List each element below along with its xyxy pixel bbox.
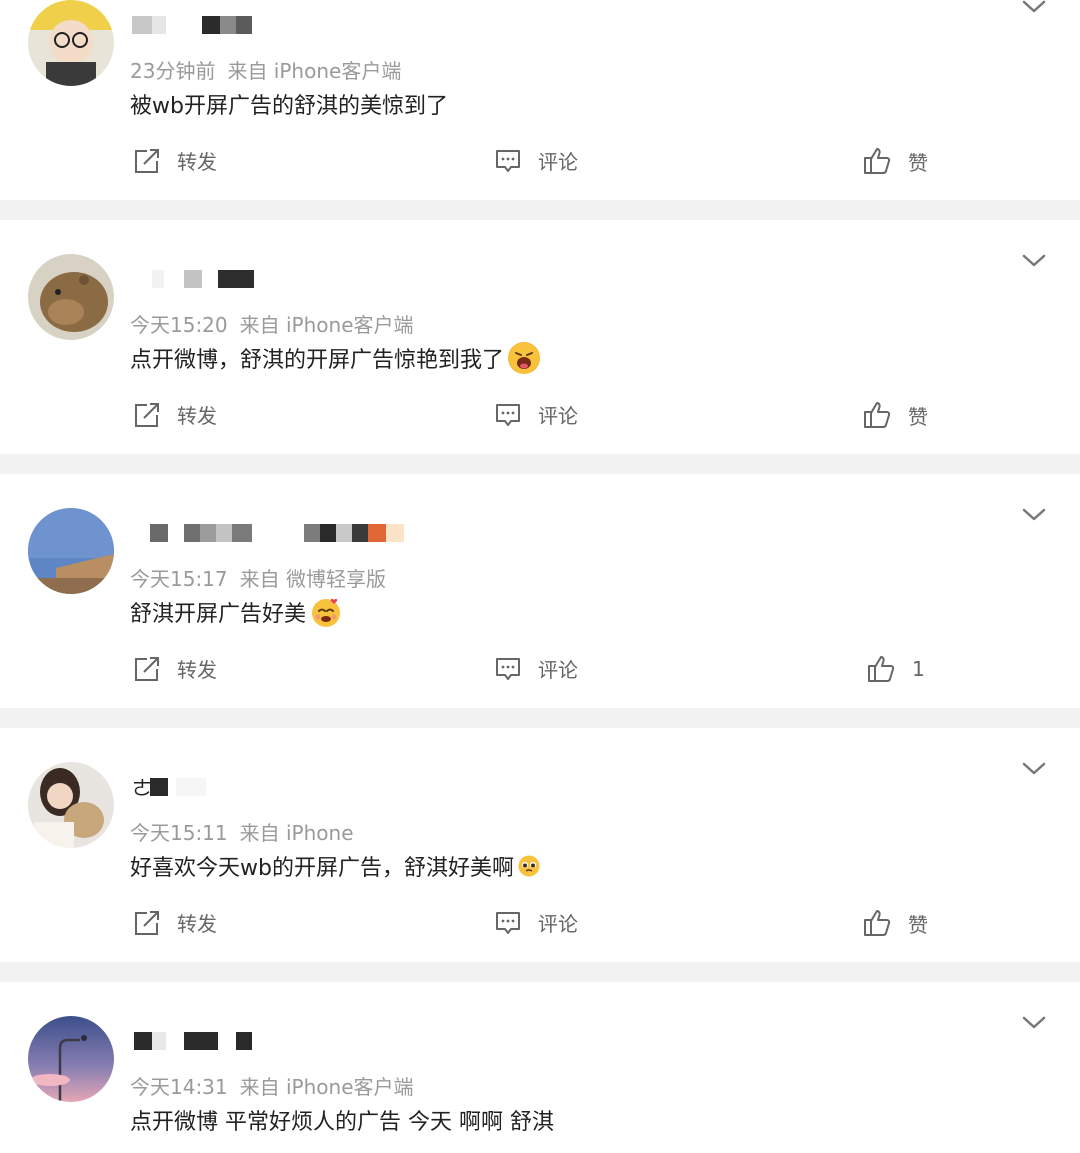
comment-icon bbox=[496, 911, 520, 934]
like-count: 1 bbox=[912, 657, 925, 681]
comment-label: 评论 bbox=[538, 150, 578, 174]
post-meta: 23分钟前 来自 iPhone客户端 bbox=[130, 55, 401, 84]
post-card: 23分钟前 来自 iPhone客户端 被wb开屏广告的舒淇的美惊到了 转发 评论 … bbox=[0, 0, 1080, 200]
post-content: 点开微博，舒淇的开屏广告惊艳到我了 bbox=[130, 342, 541, 374]
thumbs-up-icon bbox=[864, 402, 891, 428]
chevron-down-icon[interactable] bbox=[1022, 762, 1046, 776]
chevron-down-icon[interactable] bbox=[1022, 0, 1046, 14]
share-icon bbox=[135, 148, 159, 173]
avatar[interactable] bbox=[28, 254, 114, 340]
post-text: 点开微博 平常好烦人的广告 今天 啊啊 舒淇 bbox=[130, 1110, 554, 1135]
avatar[interactable] bbox=[28, 762, 114, 848]
forward-button[interactable]: 转发 bbox=[133, 146, 217, 175]
post-meta: 今天14:31 来自 iPhone客户端 bbox=[130, 1071, 414, 1100]
like-button[interactable]: 赞 bbox=[862, 146, 928, 176]
forward-label: 转发 bbox=[177, 912, 217, 936]
share-icon bbox=[135, 402, 159, 427]
post-content: 舒淇开屏广告好美 bbox=[130, 596, 342, 628]
post-meta: 今天15:17 来自 微博轻享版 bbox=[130, 563, 386, 592]
post-text: 被wb开屏广告的舒淇的美惊到了 bbox=[130, 94, 448, 119]
username-first-char: ㄜ bbox=[132, 776, 152, 800]
post-content: 好喜欢今天wb的开屏广告，舒淇好美啊 bbox=[130, 850, 540, 882]
post-time: 今天15:20 bbox=[130, 313, 228, 337]
comment-label: 评论 bbox=[538, 912, 578, 936]
comment-label: 评论 bbox=[538, 404, 578, 428]
comment-feed: 23分钟前 来自 iPhone客户端 被wb开屏广告的舒淇的美惊到了 转发 评论 … bbox=[0, 0, 1080, 1153]
action-bar: 转发 评论 赞 bbox=[0, 908, 1080, 948]
chevron-down-icon[interactable] bbox=[1022, 254, 1046, 268]
post-source: 来自 微博轻享版 bbox=[239, 567, 386, 591]
avatar[interactable] bbox=[28, 508, 114, 594]
comment-button[interactable]: 评论 bbox=[494, 400, 578, 429]
thumbs-up-icon bbox=[868, 656, 895, 682]
post-meta: 今天15:20 来自 iPhone客户端 bbox=[130, 309, 414, 338]
action-bar: 转发 评论 赞 bbox=[0, 400, 1080, 440]
heart-face-emoji bbox=[310, 596, 342, 628]
post-card: 今天15:17 来自 微博轻享版 舒淇开屏广告好美 转发 评论 1 bbox=[0, 474, 1080, 708]
comment-button[interactable]: 评论 bbox=[494, 908, 578, 937]
share-icon bbox=[135, 910, 159, 935]
action-bar: 转发 评论 赞 bbox=[0, 146, 1080, 186]
comment-icon bbox=[496, 657, 520, 680]
comment-button[interactable]: 评论 bbox=[494, 146, 578, 175]
screaming-face-emoji bbox=[508, 342, 541, 374]
forward-button[interactable]: 转发 bbox=[133, 400, 217, 429]
like-label: 赞 bbox=[908, 150, 928, 175]
comment-button[interactable]: 评论 bbox=[494, 654, 578, 683]
post-source: 来自 iPhone客户端 bbox=[239, 1075, 414, 1099]
avatar[interactable] bbox=[28, 1016, 114, 1102]
like-button[interactable]: 赞 bbox=[862, 400, 928, 430]
forward-label: 转发 bbox=[177, 658, 217, 682]
post-source: 来自 iPhone bbox=[239, 821, 354, 845]
pleading-face-emoji bbox=[518, 855, 540, 877]
chevron-down-icon[interactable] bbox=[1022, 508, 1046, 522]
chevron-down-icon[interactable] bbox=[1022, 1016, 1046, 1030]
share-icon bbox=[135, 656, 159, 681]
like-label: 赞 bbox=[908, 404, 928, 429]
like-button[interactable]: 赞 bbox=[862, 908, 928, 938]
post-content: 点开微博 平常好烦人的广告 今天 啊啊 舒淇 bbox=[130, 1104, 554, 1136]
post-text: 点开微博，舒淇的开屏广告惊艳到我了 bbox=[130, 348, 505, 373]
avatar[interactable] bbox=[28, 0, 114, 86]
comment-label: 评论 bbox=[538, 658, 578, 682]
forward-label: 转发 bbox=[177, 150, 217, 174]
post-text: 舒淇开屏广告好美 bbox=[130, 602, 307, 627]
post-card: 今天14:31 来自 iPhone客户端 点开微博 平常好烦人的广告 今天 啊啊 … bbox=[0, 982, 1080, 1153]
post-card: ㄜ 今天15:11 来自 iPhone 好喜欢今天wb的开屏广告，舒淇好美啊 转发… bbox=[0, 728, 1080, 962]
forward-button[interactable]: 转发 bbox=[133, 654, 217, 683]
post-time: 今天14:31 bbox=[130, 1075, 228, 1099]
action-bar: 转发 评论 1 bbox=[0, 654, 1080, 694]
forward-button[interactable]: 转发 bbox=[133, 908, 217, 937]
like-button[interactable]: 1 bbox=[866, 654, 925, 684]
post-meta: 今天15:11 来自 iPhone bbox=[130, 817, 354, 846]
post-source: 来自 iPhone客户端 bbox=[227, 59, 402, 83]
post-card: 今天15:20 来自 iPhone客户端 点开微博，舒淇的开屏广告惊艳到我了 转发… bbox=[0, 220, 1080, 454]
post-time: 23分钟前 bbox=[130, 59, 216, 83]
thumbs-up-icon bbox=[864, 910, 891, 936]
comment-icon bbox=[496, 403, 520, 426]
forward-label: 转发 bbox=[177, 404, 217, 428]
post-source: 来自 iPhone客户端 bbox=[239, 313, 414, 337]
like-label: 赞 bbox=[908, 912, 928, 937]
thumbs-up-icon bbox=[864, 148, 891, 174]
comment-icon bbox=[496, 149, 520, 172]
post-time: 今天15:17 bbox=[130, 567, 228, 591]
post-time: 今天15:11 bbox=[130, 821, 228, 845]
post-content: 被wb开屏广告的舒淇的美惊到了 bbox=[130, 88, 448, 120]
post-text: 好喜欢今天wb的开屏广告，舒淇好美啊 bbox=[130, 856, 514, 881]
